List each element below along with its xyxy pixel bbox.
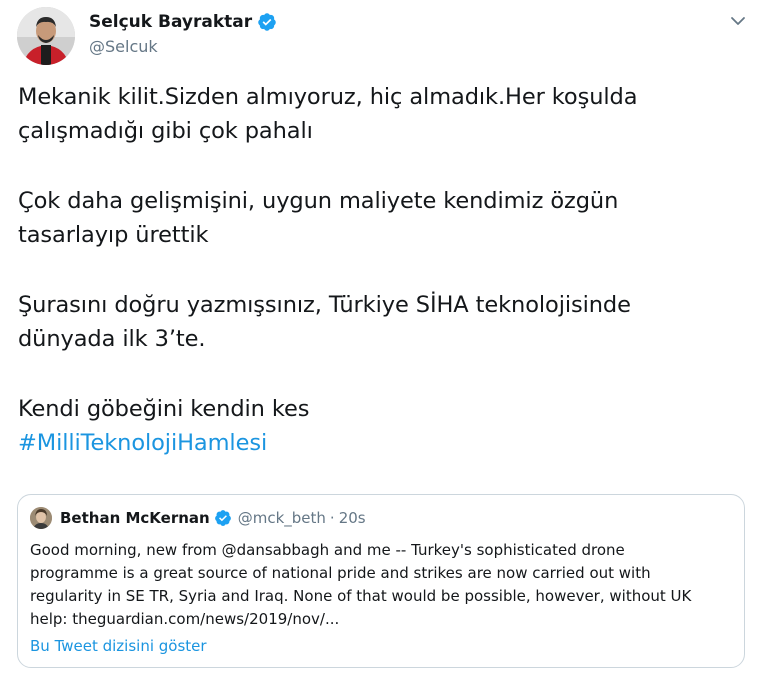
- quoted-author-handle[interactable]: @mck_beth: [238, 509, 326, 527]
- tweet-line: dünyada ilk 3’te.: [18, 326, 206, 352]
- quoted-line: help: theguardian.com/news/2019/nov/...: [30, 610, 340, 628]
- tweet-line: Kendi göbeğini kendin kes: [18, 396, 310, 422]
- chevron-down-icon[interactable]: [727, 10, 749, 32]
- verified-badge-icon: [214, 509, 232, 527]
- quoted-line: regularity in SE TR, Syria and Iraq. Non…: [30, 587, 692, 605]
- quoted-tweet[interactable]: Bethan McKernan @mck_beth · 20s Good mor…: [17, 494, 745, 668]
- quoted-line: Good morning, new from @dansabbagh and m…: [30, 541, 625, 559]
- author-avatar[interactable]: [17, 7, 75, 65]
- author-name-text[interactable]: Selçuk Bayraktar: [89, 11, 252, 33]
- tweet-card: Selçuk Bayraktar @Selcuk Mekanik kilit.S…: [0, 0, 770, 696]
- quoted-tweet-text: Good morning, new from @dansabbagh and m…: [30, 539, 730, 631]
- tweet-line: Çok daha gelişmişini, uygun maliyete ken…: [18, 188, 619, 214]
- show-thread-link[interactable]: Bu Tweet dizisini göster: [30, 635, 207, 657]
- tweet-line: Şurasını doğru yazmışsınız, Türkiye SİHA…: [18, 292, 631, 318]
- hashtag-link[interactable]: #MilliTeknolojiHamlesi: [18, 426, 738, 460]
- quoted-line: programme is a great source of national …: [30, 564, 651, 582]
- author-handle[interactable]: @Selcuk: [89, 37, 158, 57]
- separator-dot: ·: [329, 509, 335, 527]
- quoted-author-name[interactable]: Bethan McKernan: [60, 509, 210, 527]
- tweet-line: Mekanik kilit.Sizden almıyoruz, hiç alma…: [18, 84, 638, 110]
- tweet-text: Mekanik kilit.Sizden almıyoruz, hiç alma…: [18, 80, 738, 460]
- quoted-tweet-time[interactable]: 20s: [339, 509, 366, 527]
- quoted-tweet-header: Bethan McKernan @mck_beth · 20s: [60, 507, 366, 529]
- author-name[interactable]: Selçuk Bayraktar: [89, 11, 277, 33]
- tweet-line: çalışmadığı gibi çok pahalı: [18, 118, 313, 144]
- quoted-author-avatar[interactable]: [30, 507, 52, 529]
- tweet-line: tasarlayıp ürettik: [18, 222, 209, 248]
- verified-badge-icon: [257, 12, 277, 32]
